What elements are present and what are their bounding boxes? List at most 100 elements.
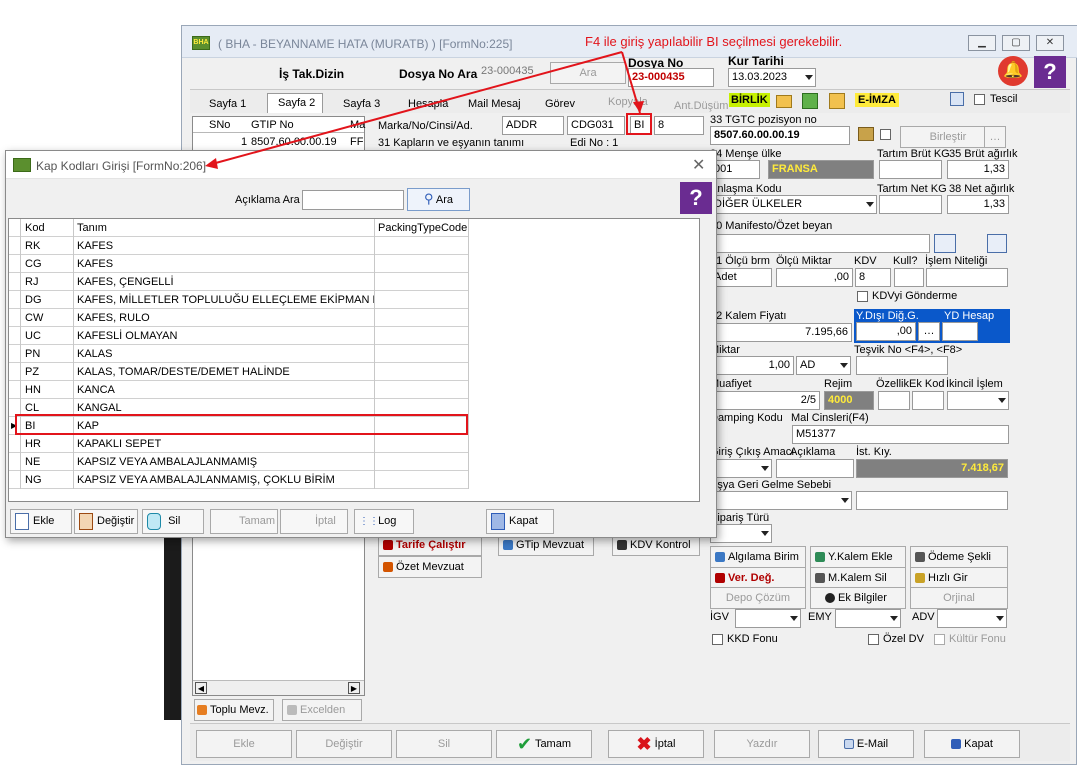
tab-sayfa-1[interactable]: Sayfa 1 (209, 95, 246, 115)
tab-kopyala[interactable]: Kopyala (608, 93, 648, 113)
mal-cinsleri-field[interactable]: M51377 (792, 425, 1009, 444)
grid-row-rj[interactable]: RJ KAFES, ÇENGELLİ (9, 273, 469, 291)
manifesto-copy-icon[interactable] (987, 234, 1007, 253)
toplu-mevz-button[interactable]: Toplu Mevz. (194, 699, 274, 721)
kap-code-field[interactable]: CDG031 (567, 116, 625, 135)
dialog-tamam-button[interactable]: Tamam (210, 509, 278, 534)
dosya-ara-input[interactable]: 23-000435 (478, 63, 538, 82)
tartim-net-field[interactable] (879, 195, 942, 214)
row-selector[interactable] (9, 273, 21, 291)
odeme-sekli-button[interactable]: Ödeme Şekli (910, 546, 1008, 568)
row-selector[interactable] (9, 309, 21, 327)
dialog-log-button[interactable]: ⋮⋮ Log (354, 509, 414, 534)
ekle-button[interactable]: Ekle (196, 730, 292, 758)
tartim-brut-field[interactable] (879, 160, 942, 179)
birlestir-more-button[interactable]: … (984, 126, 1006, 148)
grid-row-cg[interactable]: CG KAFES (9, 255, 469, 273)
grid-row-hn[interactable]: HN KANCA (9, 381, 469, 399)
y-kalem-ekle-button[interactable]: Y.Kalem Ekle (810, 546, 906, 568)
miktar-field[interactable]: 1,00 (710, 356, 794, 375)
tgtc-checkbox[interactable] (880, 129, 891, 140)
muafiyet-field[interactable]: 2/5 (710, 391, 820, 410)
kdv-field[interactable]: 8 (855, 268, 891, 287)
birlik-badge[interactable]: BİRLİK (729, 93, 770, 107)
row-selector[interactable] (9, 435, 21, 453)
email-button[interactable]: E-Mail (818, 730, 914, 758)
dialog-ara-button[interactable]: ⚲ Ara (407, 188, 470, 211)
row-selector[interactable] (9, 471, 21, 489)
items-grid-row[interactable]: 1 8507.60.00.00.19 FF (193, 134, 364, 151)
kap-adet-field[interactable]: 8 (654, 116, 704, 135)
kur-tarihi-field[interactable]: 13.03.2023 (728, 68, 816, 87)
dialog-kapat-button[interactable]: Kapat (486, 509, 554, 534)
tab-sayfa-2[interactable]: Sayfa 2 (267, 93, 323, 113)
help-icon[interactable]: ? (1034, 56, 1066, 88)
dialog-help-icon[interactable]: ? (680, 182, 712, 214)
ikincil-islem-select[interactable] (947, 391, 1009, 410)
kalem-fiyati-field[interactable]: 7.195,66 (710, 323, 852, 342)
minimize-button[interactable]: ▁ (968, 35, 996, 51)
esya-geri-detail-field[interactable] (856, 491, 1008, 510)
giris-cikis-select[interactable] (710, 459, 772, 478)
aciklama-ara-input[interactable] (302, 190, 404, 210)
aciklama-field[interactable] (776, 459, 854, 478)
grid-row-rk[interactable]: RK KAFES (9, 237, 469, 255)
maximize-button[interactable]: ▢ (1002, 35, 1030, 51)
manifesto-field[interactable] (710, 234, 930, 253)
ek-bilgiler-button[interactable]: Ek Bilgiler (810, 587, 906, 609)
row-selector[interactable] (9, 291, 21, 309)
brut-agirlik-field[interactable]: 1,33 (947, 160, 1009, 179)
islem-niteligi-field[interactable] (926, 268, 1008, 287)
row-selector[interactable] (9, 345, 21, 363)
excelden-button[interactable]: Excelden (282, 699, 362, 721)
tgtc-field[interactable]: 8507.60.00.00.19 (710, 126, 850, 145)
ara-button[interactable]: Ara (550, 62, 626, 84)
row-selector[interactable] (9, 327, 21, 345)
tamam-button[interactable]: ✔ Tamam (496, 730, 592, 758)
dosya-no-field[interactable]: 23-000435 (628, 68, 714, 87)
olcu-miktar-field[interactable]: ,00 (776, 268, 853, 287)
row-selector[interactable] (9, 363, 21, 381)
kap-kodlari-grid[interactable]: Kod Tanım PackingTypeCode RK KAFES CG KAFES… (8, 218, 700, 502)
row-selector[interactable] (9, 255, 21, 273)
emy-select[interactable] (835, 609, 901, 628)
kull-field[interactable] (894, 268, 924, 287)
dialog-degistir-button[interactable]: Değiştir (74, 509, 138, 534)
kdv-gonderme-checkbox[interactable] (857, 291, 868, 302)
grid-row-dg[interactable]: DG KAFES, MİLLETLER TOPLULUĞU ELLEÇLEME E… (9, 291, 469, 309)
ek-kod-field[interactable] (912, 391, 944, 410)
grid-row-uc[interactable]: UC KAFESLİ OLMAYAN (9, 327, 469, 345)
grid-row-ng[interactable]: NG KAPSIZ VEYA AMBALAJLANMAMIŞ, ÇOKLU BİR… (9, 471, 469, 489)
grid-row-hr[interactable]: HR KAPAKLI SEPET (9, 435, 469, 453)
esya-geri-select[interactable] (710, 491, 852, 510)
yd-hesap-field[interactable] (942, 322, 978, 341)
folder-icon[interactable] (776, 95, 792, 108)
dialog-ekle-button[interactable]: Ekle (10, 509, 72, 534)
row-selector[interactable] (9, 453, 21, 471)
alarm-bell-icon[interactable]: 🔔 (998, 56, 1028, 86)
document-icon[interactable] (950, 92, 964, 106)
package-icon[interactable] (858, 127, 874, 141)
export-icon[interactable] (829, 93, 845, 109)
miktar-unit-select[interactable]: AD (796, 356, 851, 375)
algilama-birim-button[interactable]: Algılama Birim (710, 546, 806, 568)
tab-mail-mesaj[interactable]: Mail Mesaj (468, 95, 521, 115)
ozellik-field[interactable] (878, 391, 910, 410)
tesvik-field[interactable] (856, 356, 948, 375)
mense-code-field[interactable]: 001 (710, 160, 760, 179)
grid-row-cw[interactable]: CW KAFES, RULO (9, 309, 469, 327)
dialog-close-icon[interactable]: ✕ (692, 155, 705, 175)
manifesto-list-icon[interactable] (934, 234, 956, 253)
ozel-dv-checkbox[interactable] (868, 634, 879, 645)
tescil-checkbox[interactable] (974, 94, 985, 105)
degistir-button[interactable]: Değiştir (296, 730, 392, 758)
dialog-iptal-button[interactable]: İptal (280, 509, 348, 534)
adv-select[interactable] (937, 609, 1007, 628)
net-agirlik-field[interactable]: 1,33 (947, 195, 1009, 214)
kultur-fonu-checkbox[interactable] (934, 634, 945, 645)
anlasma-select[interactable]: DİĞER ÜLKELER (710, 195, 877, 214)
iptal-button[interactable]: ✖ İptal (608, 730, 704, 758)
grid-row-ne[interactable]: NE KAPSIZ VEYA AMBALAJLANMAMIŞ (9, 453, 469, 471)
kkd-fonu-checkbox[interactable] (712, 634, 723, 645)
tab-sayfa-3[interactable]: Sayfa 3 (343, 95, 380, 115)
